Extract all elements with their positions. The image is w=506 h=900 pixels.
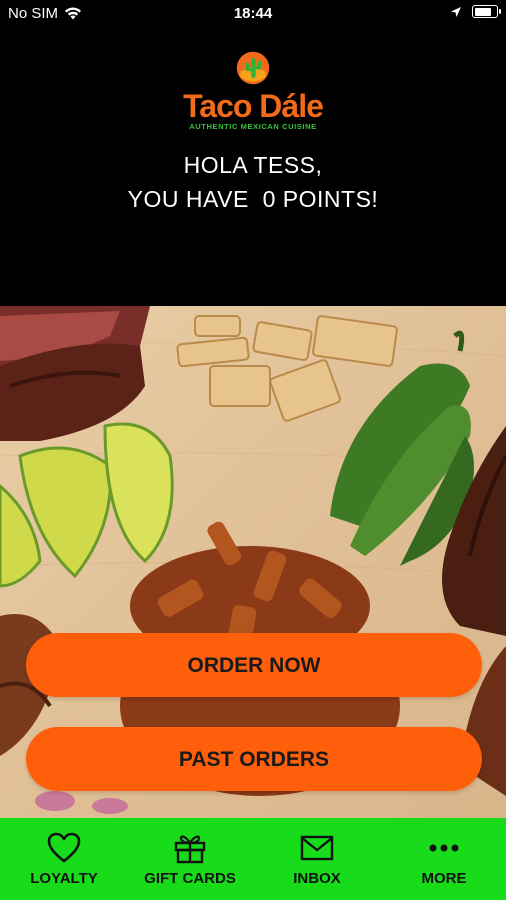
tab-more[interactable]: MORE <box>382 818 506 900</box>
header: Taco Dále AUTHENTIC MEXICAN CUISINE HOLA… <box>0 28 506 306</box>
past-orders-button[interactable]: PAST ORDERS <box>26 727 482 791</box>
tab-inbox[interactable]: INBOX <box>252 818 382 900</box>
order-now-button[interactable]: ORDER NOW <box>26 633 482 697</box>
battery-icon <box>472 5 501 18</box>
more-icon <box>429 844 459 852</box>
bottom-tab-bar: LOYALTY GIFT CARDS INBOX MORE <box>0 818 506 900</box>
clock: 18:44 <box>233 5 273 22</box>
brand-logo: Taco Dále AUTHENTIC MEXICAN CUISINE <box>0 50 506 131</box>
status-bar: No SIM 18:44 <box>0 0 506 28</box>
brand-tagline: AUTHENTIC MEXICAN CUISINE <box>189 122 317 131</box>
tab-inbox-label: INBOX <box>293 870 341 887</box>
order-now-label: ORDER NOW <box>187 654 321 677</box>
past-orders-label: PAST ORDERS <box>178 748 330 771</box>
tab-gift-cards-label: GIFT CARDS <box>144 870 236 887</box>
heart-icon <box>47 832 81 863</box>
location-arrow-icon <box>451 6 461 17</box>
points-summary: YOU HAVE 0 POINTS! <box>127 186 379 212</box>
greeting: HOLA TESS, YOU HAVE 0 POINTS! <box>0 148 506 216</box>
tab-gift-cards[interactable]: GIFT CARDS <box>128 818 252 900</box>
tab-loyalty[interactable]: LOYALTY <box>0 818 128 900</box>
gift-icon <box>174 835 206 864</box>
tab-more-label: MORE <box>421 870 467 887</box>
mail-icon <box>300 835 334 861</box>
greeting-name: HOLA TESS, <box>183 152 323 178</box>
brand-name: Taco Dále <box>183 88 324 124</box>
cactus-sun-logo-icon <box>236 51 270 85</box>
tab-loyalty-label: LOYALTY <box>30 870 98 887</box>
